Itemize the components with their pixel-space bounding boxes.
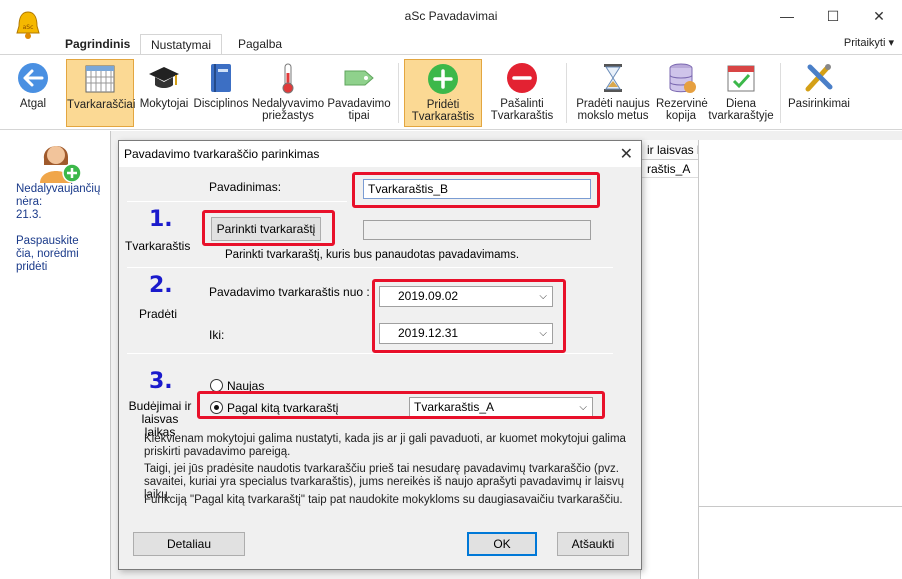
choose-timetable-hint: Parinkti tvarkaraštį, kuris bus panaudot… (225, 249, 520, 261)
section-separator (127, 353, 613, 354)
teachers-label: Mokytojai (139, 98, 189, 110)
info-paragraph-1: Kiekvienam mokytojui galima nustatyti, k… (144, 433, 626, 458)
right-pane-divider (698, 506, 902, 507)
graduation-cap-icon (149, 67, 179, 88)
cancel-button[interactable]: Atšaukti (557, 532, 629, 556)
hourglass-icon (604, 64, 622, 92)
add-timetable-button[interactable]: Pridėti Tvarkaraštis (404, 59, 482, 127)
dialog-title: Pavadavimo tvarkaraščio parinkimas (124, 147, 320, 161)
grid-cell[interactable]: raštis_A (641, 160, 699, 178)
window-titlebar: aSc aSc Pavadavimai — ☐ ✕ (0, 0, 902, 39)
window-close-button[interactable]: ✕ (856, 0, 902, 32)
day-in-timetable-button[interactable]: Diena tvarkaraštyje (706, 59, 776, 127)
calendar-check-icon (727, 65, 755, 92)
tab-pagrindinis[interactable]: Pagrindinis (55, 34, 140, 54)
dialog-titlebar: Pavadavimo tvarkaraščio parinkimas ✕ (119, 141, 641, 167)
add-absent-teacher-icon[interactable] (34, 137, 84, 183)
timetables-label: Tvarkaraščiai (67, 99, 136, 111)
ribbon-separator (566, 63, 567, 123)
start-section-label: Pradėti (139, 307, 178, 321)
thermometer-icon (282, 63, 294, 94)
svg-text:aSc: aSc (23, 24, 34, 31)
details-button[interactable]: Detaliau (133, 532, 245, 556)
section-separator (127, 201, 347, 202)
timetables-button[interactable]: Tvarkaraščiai (66, 59, 136, 127)
remove-circle-icon (507, 63, 537, 93)
substitution-types-button[interactable]: Pavadavimo tipai (325, 59, 393, 127)
backup-button[interactable]: Rezervinė kopija (656, 59, 708, 127)
subjects-label: Disciplinos (193, 98, 249, 110)
minimize-button[interactable]: — (764, 0, 810, 32)
absent-teachers-label: Nedalyvaujančių nėra: (16, 183, 101, 208)
grid-column-header: ir laisvas la (641, 140, 699, 160)
ribbon-toolbar: Atgal Tvarkaraščiai Mokytojai Disciplino… (0, 54, 902, 130)
absence-reasons-label: Nedalyvavimo priežastys (251, 98, 325, 122)
section-separator (127, 267, 613, 268)
new-school-year-label: Pradėti naujus mokslo metus (576, 98, 650, 122)
options-label: Pasirinkimai (788, 98, 850, 110)
timetable-grid-icon (85, 65, 115, 93)
tag-icon (344, 70, 374, 86)
substitutions-grid-column: ir laisvas la raštis_A (640, 140, 699, 579)
step-1-number: 1. (149, 207, 173, 232)
maximize-button[interactable]: ☐ (810, 0, 856, 32)
timetable-selection-dialog: Pavadavimo tvarkaraščio parinkimas ✕ Pav… (118, 140, 642, 570)
name-label: Pavadinimas: (209, 180, 282, 194)
selected-timetable-field (363, 220, 591, 240)
back-button[interactable]: Atgal (10, 59, 56, 127)
back-label: Atgal (19, 98, 47, 110)
add-timetable-label: Pridėti Tvarkaraštis (411, 99, 475, 123)
add-circle-icon (428, 64, 458, 94)
database-icon (669, 63, 696, 93)
to-date-label: Iki: (209, 328, 225, 342)
book-icon (211, 64, 231, 92)
day-in-timetable-label: Diena tvarkaraštyje (708, 98, 774, 122)
customize-menu[interactable]: Pritaikyti ▾ (844, 36, 894, 49)
timetable-section-label: Tvarkaraštis (125, 239, 191, 253)
ribbon-tabs: Pagrindinis Nustatymai Pagalba Pritaikyt… (0, 32, 902, 54)
step-3-number: 3. (149, 369, 173, 394)
absence-reasons-button[interactable]: Nedalyvavimo priežastys (251, 59, 325, 127)
ok-button[interactable]: OK (467, 532, 537, 556)
subjects-button[interactable]: Disciplinos (192, 59, 250, 127)
absent-teachers-value: 21.3. (16, 209, 42, 221)
options-button[interactable]: Pasirinkimai (786, 59, 852, 127)
dialog-close-button[interactable]: ✕ (620, 144, 633, 164)
teachers-button[interactable]: Mokytojai (138, 59, 190, 127)
backup-label: Rezervinė kopija (656, 98, 708, 122)
from-date-label: Pavadavimo tvarkaraštis nuo : (209, 285, 370, 299)
remove-timetable-label: Pašalinti Tvarkaraštis (490, 98, 554, 122)
highlight-other-timetable (197, 391, 605, 419)
tab-nustatymai[interactable]: Nustatymai (140, 34, 223, 54)
back-arrow-icon (18, 63, 48, 93)
tools-icon (805, 64, 833, 92)
info-paragraph-3: Funkciją "Pagal kitą tvarkaraštį" taip p… (144, 494, 623, 506)
ribbon-separator (780, 63, 781, 123)
highlight-name (352, 172, 600, 208)
add-absent-hint-link[interactable]: Paspauskite čia, norėdmi pridėti (16, 235, 92, 275)
left-pane: Nedalyvaujančių nėra: 21.3. Paspauskite … (0, 131, 110, 579)
highlight-choose-timetable (202, 210, 335, 246)
ribbon-separator (398, 63, 399, 123)
right-pane (698, 140, 902, 579)
substitution-types-label: Pavadavimo tipai (327, 98, 391, 122)
tab-pagalba[interactable]: Pagalba (228, 34, 292, 54)
step-2-number: 2. (149, 273, 173, 298)
highlight-dates (372, 279, 566, 353)
new-school-year-button[interactable]: Pradėti naujus mokslo metus (572, 59, 654, 127)
remove-timetable-button[interactable]: Pašalinti Tvarkaraštis (486, 59, 558, 127)
